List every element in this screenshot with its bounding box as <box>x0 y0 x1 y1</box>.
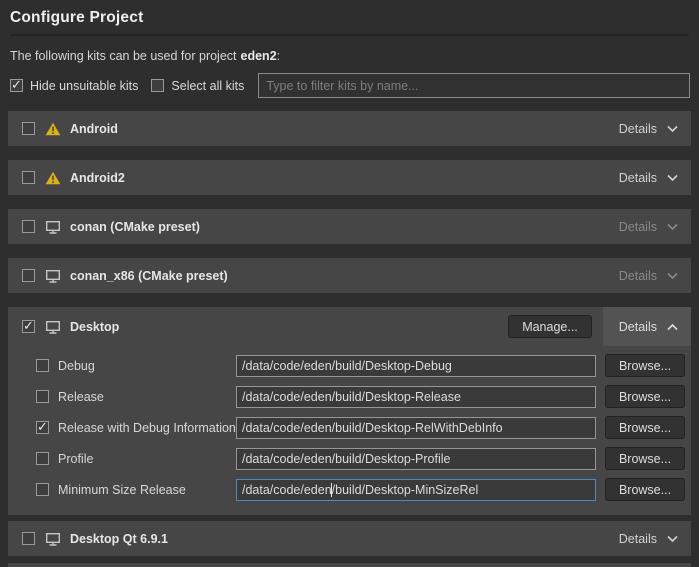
browse-button[interactable]: Browse... <box>605 385 685 408</box>
manage-kits-button[interactable]: Manage... <box>508 315 592 338</box>
details-label: Details <box>619 220 657 234</box>
chevron-up-icon <box>666 320 679 334</box>
kit-row-desktop-qt: Desktop Qt 6.9.1 Details <box>8 521 691 556</box>
details-label: Details <box>619 171 657 185</box>
header-divider <box>10 34 689 36</box>
checkbox-box: ✓ <box>10 79 23 92</box>
details-button[interactable]: Details <box>619 532 679 546</box>
checkbox-label: Select all kits <box>171 79 244 93</box>
kit-name: Desktop <box>70 320 119 334</box>
kit-filter-controls: ✓ Hide unsuitable kits Select all kits <box>10 73 690 98</box>
kit-name: Android2 <box>70 171 125 185</box>
kit-row-conan-x86: conan_x86 (CMake preset) Details <box>8 258 691 293</box>
details-label: Details <box>619 269 657 283</box>
kit-row-android2: Android2 Details <box>8 160 691 195</box>
checkbox-box <box>151 79 164 92</box>
desktop-icon <box>45 269 61 283</box>
browse-button[interactable]: Browse... <box>605 416 685 439</box>
chevron-down-icon <box>666 535 679 543</box>
kit-list: Android Details Android2 Details conan (… <box>8 111 691 556</box>
kit-row-conan: conan (CMake preset) Details <box>8 209 691 244</box>
build-config-label: Debug <box>58 359 236 373</box>
build-config-list: Debug Browse... Release Browse... ✓ Rele… <box>8 346 691 505</box>
kit-checkbox[interactable] <box>22 122 35 135</box>
browse-button[interactable]: Browse... <box>605 447 685 470</box>
build-config-row-relwithdebinfo: ✓ Release with Debug Information Browse.… <box>8 412 691 443</box>
details-button: Details <box>619 269 679 283</box>
kit-checkbox[interactable] <box>22 269 35 282</box>
details-button: Details <box>619 220 679 234</box>
kit-name: Desktop Qt 6.9.1 <box>70 532 168 546</box>
details-button[interactable]: Details <box>619 122 679 136</box>
build-dir-input[interactable] <box>236 448 596 470</box>
chevron-down-icon <box>666 223 679 231</box>
kit-filter-input[interactable] <box>258 73 690 98</box>
build-dir-input[interactable] <box>236 355 596 377</box>
chevron-down-icon <box>666 174 679 182</box>
desktop-icon <box>45 532 61 546</box>
kit-row-desktop-expanded: ✓ Desktop Manage... Details Debug Browse… <box>8 307 691 515</box>
build-dir-input-focused[interactable] <box>236 479 596 501</box>
desktop-icon <box>45 320 61 334</box>
kit-checkbox[interactable] <box>22 532 35 545</box>
checkmark-icon: ✓ <box>11 78 22 91</box>
text-caret <box>331 483 332 497</box>
details-button-expanded[interactable]: Details <box>603 307 691 346</box>
kit-name: Android <box>70 122 118 136</box>
build-config-label: Minimum Size Release <box>58 483 236 497</box>
kits-subtitle: The following kits can be used for proje… <box>10 49 689 63</box>
kit-row-android: Android Details <box>8 111 691 146</box>
build-config-label: Release with Debug Information <box>58 421 236 435</box>
project-name: eden2 <box>241 49 277 63</box>
build-config-label: Release <box>58 390 236 404</box>
build-config-label: Profile <box>58 452 236 466</box>
subtitle-text: The following kits can be used for proje… <box>10 49 237 63</box>
checkbox-label: Hide unsuitable kits <box>30 79 138 93</box>
browse-button[interactable]: Browse... <box>605 354 685 377</box>
details-label: Details <box>619 320 657 334</box>
build-config-row-release: Release Browse... <box>8 381 691 412</box>
build-config-row-minsizerel: Minimum Size Release Browse... <box>8 474 691 505</box>
partial-kit-row <box>8 563 691 567</box>
build-config-checkbox[interactable] <box>36 483 49 496</box>
page-title: Configure Project <box>10 9 689 27</box>
page-header: Configure Project <box>0 0 699 36</box>
kit-checkbox[interactable] <box>22 171 35 184</box>
kit-checkbox[interactable]: ✓ <box>22 320 35 333</box>
build-config-checkbox[interactable]: ✓ <box>36 421 49 434</box>
details-label: Details <box>619 532 657 546</box>
build-config-checkbox[interactable] <box>36 390 49 403</box>
select-all-kits-checkbox[interactable]: Select all kits <box>151 79 244 93</box>
details-button[interactable]: Details <box>619 171 679 185</box>
warning-icon <box>45 122 61 136</box>
desktop-kit-header: ✓ Desktop Manage... Details <box>8 307 691 346</box>
build-config-checkbox[interactable] <box>36 359 49 372</box>
desktop-icon <box>45 220 61 234</box>
subtitle-colon: : <box>277 49 280 63</box>
kit-name: conan_x86 (CMake preset) <box>70 269 228 283</box>
build-config-row-debug: Debug Browse... <box>8 350 691 381</box>
build-dir-input[interactable] <box>236 417 596 439</box>
checkmark-icon: ✓ <box>23 319 34 332</box>
build-config-checkbox[interactable] <box>36 452 49 465</box>
checkmark-icon: ✓ <box>37 420 48 433</box>
warning-icon <box>45 171 61 185</box>
kit-name: conan (CMake preset) <box>70 220 200 234</box>
build-config-row-profile: Profile Browse... <box>8 443 691 474</box>
browse-button[interactable]: Browse... <box>605 478 685 501</box>
chevron-down-icon <box>666 272 679 280</box>
details-label: Details <box>619 122 657 136</box>
hide-unsuitable-kits-checkbox[interactable]: ✓ Hide unsuitable kits <box>10 79 138 93</box>
build-dir-input[interactable] <box>236 386 596 408</box>
chevron-down-icon <box>666 125 679 133</box>
kit-checkbox[interactable] <box>22 220 35 233</box>
